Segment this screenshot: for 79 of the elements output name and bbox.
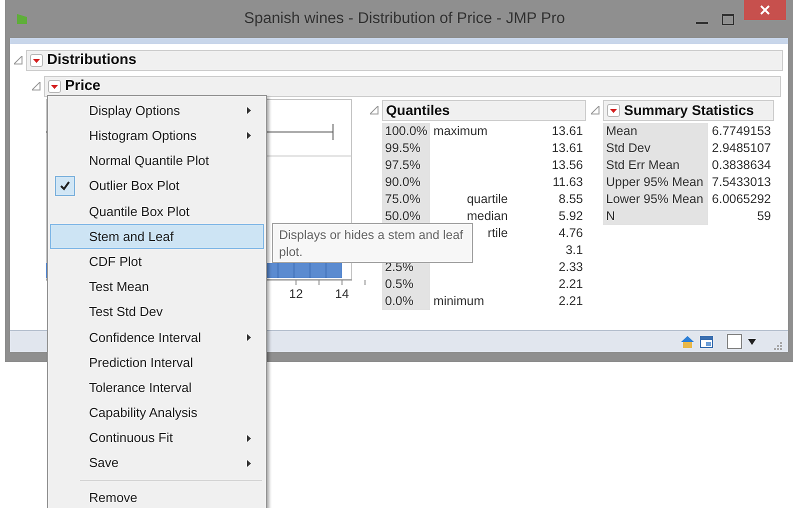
axis-label: 12 [289, 286, 303, 303]
menu-item[interactable]: Capability Analysis [50, 400, 264, 426]
maximize-icon[interactable] [722, 14, 734, 24]
menu-item[interactable]: Confidence Interval [50, 324, 264, 350]
table-cell: Mean [606, 124, 638, 138]
table-cell: 3.1 [566, 243, 583, 257]
table-cell: 99.5% [385, 141, 420, 155]
menu-item[interactable]: Remove [50, 484, 264, 508]
table-cell: quartile [466, 192, 508, 206]
submenu-arrow-icon [247, 334, 251, 341]
menu-item[interactable]: Display Options [50, 98, 264, 124]
submenu-arrow-icon [247, 132, 251, 140]
table-cell: median [466, 209, 508, 223]
table-cell: maximum [433, 124, 488, 138]
submenu-arrow-icon [247, 460, 251, 467]
menu-item[interactable]: CDF Plot [50, 249, 264, 274]
outline-header[interactable]: Summary Statistics [603, 100, 774, 121]
outline-header[interactable]: Distributions [26, 50, 783, 71]
menu-item[interactable]: Test Std Dev [50, 300, 264, 325]
table-cell: 13.61 [552, 124, 583, 138]
window-title: Spanish wines - Distribution of Price - JMP Pro [244, 9, 566, 30]
table-cell: N [606, 209, 616, 223]
window-icon[interactable] [700, 336, 713, 348]
menu-item[interactable]: Normal Quantile Plot [50, 148, 264, 174]
table-cell: 2.9485107 [712, 141, 771, 155]
collapse-triangle-icon[interactable] [14, 56, 23, 65]
home-icon[interactable] [681, 336, 694, 348]
table-cell: 0.5% [385, 277, 414, 291]
menu-item[interactable]: Outlier Box Plot [50, 174, 264, 199]
close-button[interactable] [744, 0, 786, 20]
dropdown-caret-icon[interactable] [748, 338, 756, 344]
table-cell: 2.33 [558, 260, 583, 274]
table-cell: 97.5% [385, 158, 420, 172]
table-cell: 75.0% [385, 192, 420, 206]
table-cell: Std Err Mean [606, 158, 680, 172]
menu-item[interactable]: Save [50, 450, 264, 476]
table-cell: 5.92 [558, 209, 583, 223]
menu-item[interactable]: Stem and Leaf [50, 224, 264, 250]
table-cell: 11.63 [552, 175, 583, 189]
collapse-triangle-icon[interactable] [591, 106, 600, 115]
table-cell: 2.21 [558, 294, 583, 308]
table-cell: 0.3838634 [712, 158, 771, 172]
table-cell: 6.0065292 [712, 192, 771, 206]
close-icon [760, 5, 770, 15]
table-cell: 13.56 [552, 158, 583, 172]
collapse-triangle-icon[interactable] [370, 106, 379, 115]
collapse-triangle-icon[interactable] [32, 82, 41, 91]
table-cell: 59 [757, 209, 771, 223]
menu-item[interactable]: Tolerance Interval [50, 375, 264, 400]
table-cell: 90.0% [385, 175, 420, 189]
outline-header[interactable]: Price [44, 76, 781, 97]
table-cell: 8.55 [558, 192, 583, 206]
table-cell: rtile [488, 226, 508, 240]
table-cell: 50.0% [385, 209, 420, 223]
table-cell: Std Dev [606, 141, 650, 155]
table-cell: Upper 95% Mean [606, 175, 704, 189]
submenu-arrow-icon [247, 107, 251, 114]
app-icon [17, 14, 27, 24]
table-cell: 4.76 [558, 226, 583, 240]
table-cell: 2.21 [558, 277, 583, 291]
table-cell: 7.5433013 [712, 175, 771, 189]
color-swatch-icon[interactable] [727, 334, 742, 349]
outline-header[interactable]: Quantiles [382, 100, 586, 121]
table-cell: 6.7749153 [712, 124, 771, 138]
menu-item[interactable]: Prediction Interval [50, 350, 264, 376]
menu-item[interactable]: Continuous Fit [50, 425, 264, 451]
table-cell: minimum [433, 294, 484, 308]
resize-grip-icon[interactable] [774, 342, 782, 350]
table-cell: 13.61 [552, 141, 583, 155]
menu-item[interactable]: Histogram Options [50, 123, 264, 148]
tooltip: Displays or hides a stem and leaf plot. [272, 223, 473, 263]
table-cell: Lower 95% Mean [606, 192, 704, 206]
table-cell: 0.0% [385, 294, 414, 308]
submenu-arrow-icon [247, 434, 251, 442]
table-cell: 100.0% [385, 124, 428, 138]
menu-item[interactable]: Test Mean [50, 274, 264, 300]
checkmark-icon [55, 176, 75, 196]
axis-label: 14 [335, 286, 349, 303]
menu-item[interactable]: Quantile Box Plot [50, 198, 264, 224]
